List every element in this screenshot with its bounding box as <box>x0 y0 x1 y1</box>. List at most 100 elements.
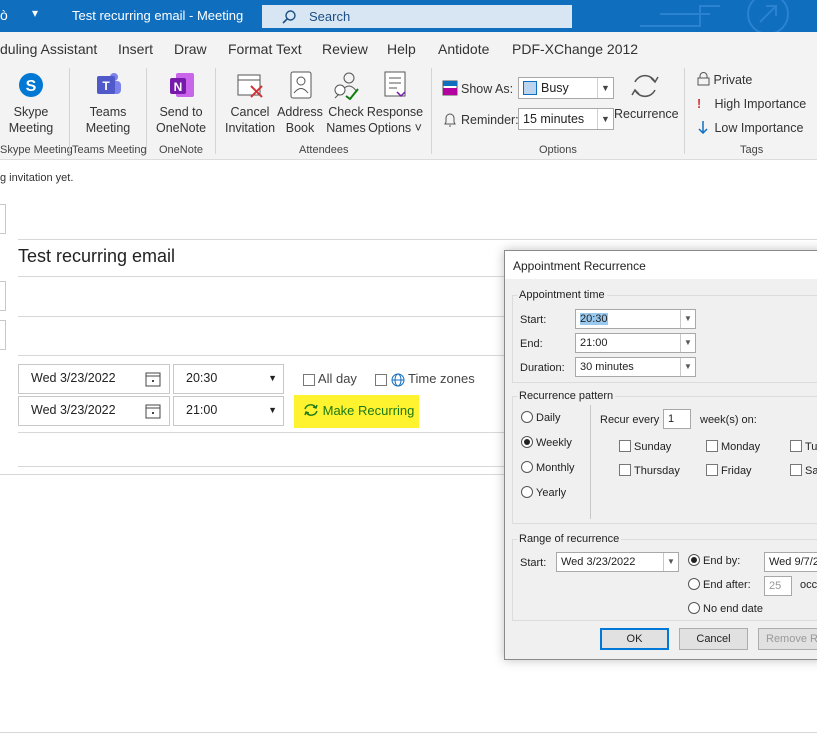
search-box[interactable]: Search <box>262 5 572 28</box>
ribbon-separator <box>684 68 685 154</box>
onenote-icon: N <box>170 73 194 97</box>
range-start-label: Start: <box>520 557 547 569</box>
friday-checkbox[interactable] <box>706 464 718 476</box>
skype-meeting-button[interactable]: S Skype Meeting <box>2 70 60 136</box>
show-as-dropdown[interactable]: Busy ▼ <box>518 77 614 99</box>
range-label: Range of recurrence <box>517 533 622 545</box>
range-start-dropdown[interactable]: Wed 3/23/2022 ▼ <box>556 552 679 572</box>
end-date-field[interactable]: Wed 3/23/2022 <box>18 396 170 426</box>
monday-checkbox[interactable] <box>706 440 718 452</box>
recurrence-button[interactable]: Recurrence <box>614 70 679 122</box>
send-to-onenote-button[interactable]: N Send to OneNote <box>152 70 210 136</box>
daily-label: Daily <box>536 412 561 424</box>
end-by-radio[interactable] <box>688 554 700 566</box>
menu-pdf-xchange[interactable]: PDF-XChange 2012 <box>512 41 638 57</box>
calendar-icon[interactable] <box>145 371 161 387</box>
window-title: Test recurring email - Meeting <box>72 8 244 23</box>
occurrences-label: occ <box>800 579 817 591</box>
daily-radio[interactable] <box>521 411 533 423</box>
location-field-edge[interactable] <box>0 281 6 311</box>
start-time-value: 20:30 <box>186 371 218 385</box>
reminder-dropdown[interactable]: 15 minutes ▼ <box>518 108 614 130</box>
time-zones-toggle[interactable]: Time zones <box>375 371 475 387</box>
monthly-label: Monthly <box>536 462 575 474</box>
chevron-down-icon: ▼ <box>680 358 695 376</box>
response-options-button[interactable]: Response Options ˅ <box>366 70 424 136</box>
check-names-button[interactable]: Check Names <box>324 70 368 136</box>
time-zones-label: Time zones <box>408 371 475 386</box>
menu-scheduling-assistant[interactable]: duling Assistant <box>0 41 97 57</box>
menu-review[interactable]: Review <box>322 41 368 57</box>
start-date-field[interactable]: Wed 3/23/2022 <box>18 364 170 394</box>
all-day-checkbox[interactable]: All day <box>303 371 357 386</box>
dialog-start-dropdown[interactable]: 20:30 ▼ <box>575 309 696 329</box>
teams-meeting-button[interactable]: T Teams Meeting <box>78 70 138 136</box>
no-end-date-label: No end date <box>703 603 763 615</box>
skype-icon: S <box>19 73 43 97</box>
low-importance-button[interactable]: Low Importance <box>697 120 803 136</box>
thursday-checkbox[interactable] <box>619 464 631 476</box>
ok-button[interactable]: OK <box>600 628 669 650</box>
chevron-down-icon: ▼ <box>663 553 678 571</box>
end-after-input[interactable]: 25 <box>764 576 792 596</box>
recurrence-label: Recurrence <box>614 107 679 121</box>
cancel-label-1: Cancel <box>230 105 270 119</box>
address-book-button[interactable]: Address Book <box>276 70 324 136</box>
menu-draw[interactable]: Draw <box>174 41 207 57</box>
qat-icon[interactable]: ò <box>0 7 8 23</box>
remove-recurrence-button[interactable]: Remove Re <box>758 628 817 650</box>
menu-format-text[interactable]: Format Text <box>228 41 302 57</box>
dialog-end-dropdown[interactable]: 21:00 ▼ <box>575 333 696 353</box>
ribbon-separator <box>215 68 216 154</box>
make-recurring-button[interactable]: Make Recurring <box>294 395 419 428</box>
dialog-titlebar: Appointment Recurrence <box>505 251 817 279</box>
exclamation-icon: ! <box>697 97 702 111</box>
chevron-down-icon: ▼ <box>680 310 695 328</box>
group-tags: Tags <box>740 144 764 156</box>
saturday-checkbox[interactable] <box>790 464 802 476</box>
ribbon: S Skype Meeting Skype Meeting T Teams Me… <box>0 62 817 160</box>
lock-icon <box>697 72 710 86</box>
range-start-value: Wed 3/23/2022 <box>561 556 636 568</box>
subject-field[interactable]: Test recurring email <box>18 246 175 267</box>
high-importance-button[interactable]: ! High Importance <box>697 96 806 112</box>
saturday-label: Sat <box>805 465 817 477</box>
menu-help[interactable]: Help <box>387 41 416 57</box>
response-label-2: Options ˅ <box>368 121 422 135</box>
search-icon <box>282 10 296 24</box>
monthly-radio[interactable] <box>521 461 533 473</box>
bell-icon <box>444 113 456 127</box>
calendar-icon[interactable] <box>145 403 161 419</box>
cancel-invitation-button[interactable]: Cancel Invitation <box>222 70 278 136</box>
menu-antidote[interactable]: Antidote <box>438 41 489 57</box>
cancel-button[interactable]: Cancel <box>679 628 748 650</box>
recur-every-input[interactable]: 1 <box>663 409 691 429</box>
room-field-edge[interactable] <box>0 320 6 350</box>
chevron-down-icon: ▼ <box>597 109 613 129</box>
dialog-start-value: 20:30 <box>580 313 608 325</box>
all-day-box <box>303 373 315 386</box>
yearly-radio[interactable] <box>521 486 533 498</box>
weekly-radio[interactable] <box>521 436 533 448</box>
end-by-input[interactable]: Wed 9/7/2 <box>764 552 817 572</box>
sunday-checkbox[interactable] <box>619 440 631 452</box>
no-end-date-radio[interactable] <box>688 602 700 614</box>
start-time-field[interactable]: 20:30 ▼ <box>173 364 284 394</box>
end-time-field[interactable]: 21:00 ▼ <box>173 396 284 426</box>
qat-dropdown-icon[interactable]: ▾ <box>32 6 38 20</box>
all-day-label: All day <box>317 371 357 386</box>
to-field-edge[interactable] <box>0 204 6 234</box>
end-after-label: End after: <box>703 579 751 591</box>
private-button[interactable]: Private <box>697 72 752 88</box>
chevron-down-icon: ▼ <box>680 334 695 352</box>
tuesday-checkbox[interactable] <box>790 440 802 452</box>
duration-dropdown[interactable]: 30 minutes ▼ <box>575 357 696 377</box>
cancel-label-2: Invitation <box>224 121 276 135</box>
dialog-start-label: Start: <box>520 314 547 326</box>
group-attendees: Attendees <box>299 144 349 156</box>
monday-label: Monday <box>721 441 761 453</box>
menu-insert[interactable]: Insert <box>118 41 153 57</box>
end-after-radio[interactable] <box>688 578 700 590</box>
cancel-invitation-icon <box>237 74 263 98</box>
sunday-label: Sunday <box>634 441 672 453</box>
